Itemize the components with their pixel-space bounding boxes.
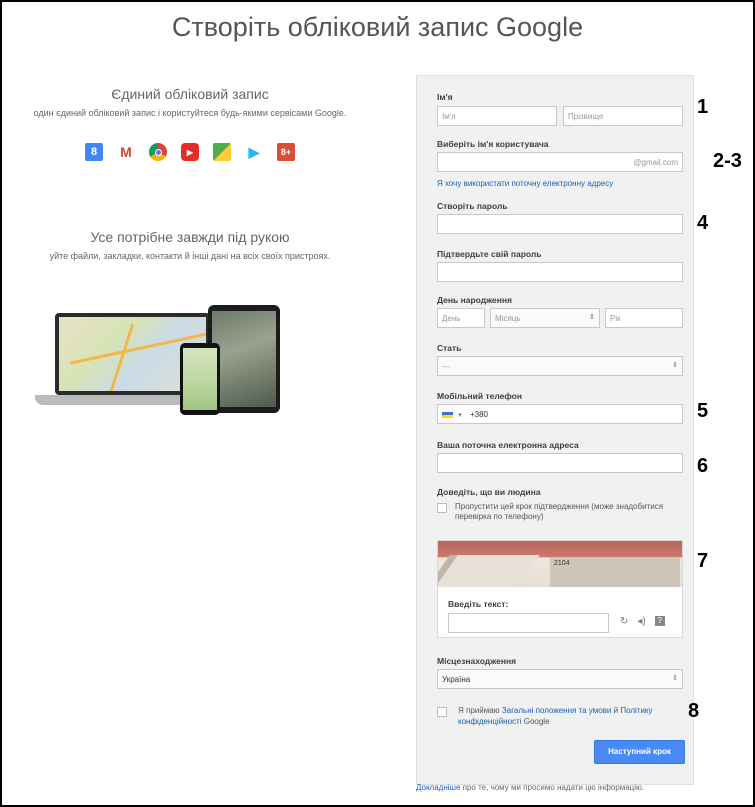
accept-prefix: Я приймаю <box>458 706 500 715</box>
password-input[interactable] <box>437 214 683 234</box>
next-step-button[interactable]: Наступний крок <box>594 740 685 764</box>
accept-and: й <box>613 706 619 715</box>
google-plus-icon: 8+ <box>277 143 295 161</box>
confirm-password-input[interactable] <box>437 262 683 282</box>
country-dropdown-icon[interactable]: ▾ <box>458 412 462 419</box>
maps-icon <box>213 143 231 161</box>
location-select[interactable]: Україна ⇕ <box>437 669 683 689</box>
promo-heading-devices: Усе потрібне завжди під рукою <box>90 229 290 245</box>
gender-select[interactable]: --- ⇕ <box>437 356 683 376</box>
last-name-input[interactable]: Прізвище <box>563 106 683 126</box>
captcha-box: 2104 Введіть текст: ↻ ◂) ? <box>437 540 683 638</box>
phone-illustration <box>180 343 220 415</box>
service-icons: 8 M ▶ ▶ 8+ <box>0 143 380 161</box>
current-email-input[interactable] <box>437 453 683 473</box>
annotation-8: 8 <box>688 700 700 722</box>
select-arrows-icon: ⇕ <box>589 314 595 321</box>
chrome-icon <box>149 143 167 161</box>
google-search-icon: 8 <box>85 143 103 161</box>
select-arrows-icon: ⇕ <box>672 362 678 369</box>
captcha-input[interactable] <box>448 613 609 633</box>
phone-label: Мобільний телефон <box>437 391 523 401</box>
password-label: Створіть пароль <box>437 201 508 211</box>
promo-heading-single-account: Єдиний обліковий запис <box>111 86 269 102</box>
promo-column: Єдиний обліковий запис один єдиний облік… <box>0 86 380 262</box>
annotation-5: 5 <box>697 400 709 422</box>
footnote-text: про те, чому ми просимо надати цю інформ… <box>462 783 645 792</box>
promo-text-devices: уйте файли, закладки, контакти й інші да… <box>49 251 331 261</box>
first-name-input[interactable]: Ім'я <box>437 106 557 126</box>
accept-terms-checkbox[interactable] <box>437 707 447 717</box>
captcha-text-label: Введіть текст: <box>448 599 509 609</box>
help-icon[interactable]: ? <box>654 616 665 626</box>
ukraine-flag-icon[interactable] <box>442 411 453 418</box>
annotation-6: 6 <box>697 455 709 477</box>
username-label: Виберіть ім'я користувача <box>437 139 549 149</box>
devices-illustration <box>30 305 280 415</box>
phone-input[interactable]: ▾ +380 <box>437 404 683 424</box>
footnote: Докладніше про те, чому ми просимо надат… <box>416 783 696 793</box>
annotation-4: 4 <box>697 212 709 234</box>
gender-label: Стать <box>437 343 462 353</box>
birth-day-input[interactable]: День <box>437 308 485 328</box>
play-icon: ▶ <box>245 143 263 161</box>
terms-link[interactable]: Загальні положення та умови <box>502 706 611 715</box>
birth-year-input[interactable]: Рік <box>605 308 683 328</box>
current-email-label: Ваша поточна електронна адреса <box>437 440 579 450</box>
accept-suffix: Google <box>523 717 550 726</box>
phone-code: +380 <box>469 410 489 419</box>
birth-month-value: Місяць <box>495 314 521 323</box>
youtube-icon: ▶ <box>181 143 199 161</box>
captcha-tools: ↻ ◂) ? <box>620 616 665 627</box>
gmail-icon: M <box>117 143 135 161</box>
birthday-label: День народження <box>437 295 513 305</box>
use-current-email-link[interactable]: Я хочу використати поточну електронну ад… <box>437 179 613 188</box>
promo-text-single-account: один єдиний обліковий запис і користуйте… <box>33 108 347 118</box>
annotation-7: 7 <box>697 550 709 572</box>
gender-value: --- <box>442 362 450 371</box>
skip-verification-checkbox[interactable] <box>437 503 447 513</box>
learn-more-link[interactable]: Докладніше <box>416 783 460 792</box>
skip-verification-text: Пропустити цей крок підтвердження (може … <box>455 502 664 521</box>
username-input[interactable]: @gmail.com <box>437 152 683 172</box>
annotation-1: 1 <box>697 96 709 118</box>
accept-terms-text: Я приймаю Загальні положення та умови й … <box>458 705 684 727</box>
name-label: Ім'я <box>437 92 453 102</box>
page-title: Створіть обліковий запис Google <box>171 12 584 42</box>
audio-icon[interactable]: ◂) <box>637 616 645 627</box>
select-arrows-icon: ⇕ <box>672 675 678 682</box>
captcha-image: 2104 <box>438 541 682 587</box>
location-label: Місцезнаходження <box>437 656 517 666</box>
location-value: Україна <box>442 675 471 684</box>
annotation-2-3: 2-3 <box>713 150 742 172</box>
prove-human-label: Доведіть, що ви людина <box>437 487 541 497</box>
birth-month-select[interactable]: Місяць ⇕ <box>490 308 600 328</box>
refresh-icon[interactable]: ↻ <box>620 616 628 627</box>
confirm-password-label: Підтвердьте свій пароль <box>437 249 542 259</box>
captcha-number: 2104 <box>554 560 570 567</box>
